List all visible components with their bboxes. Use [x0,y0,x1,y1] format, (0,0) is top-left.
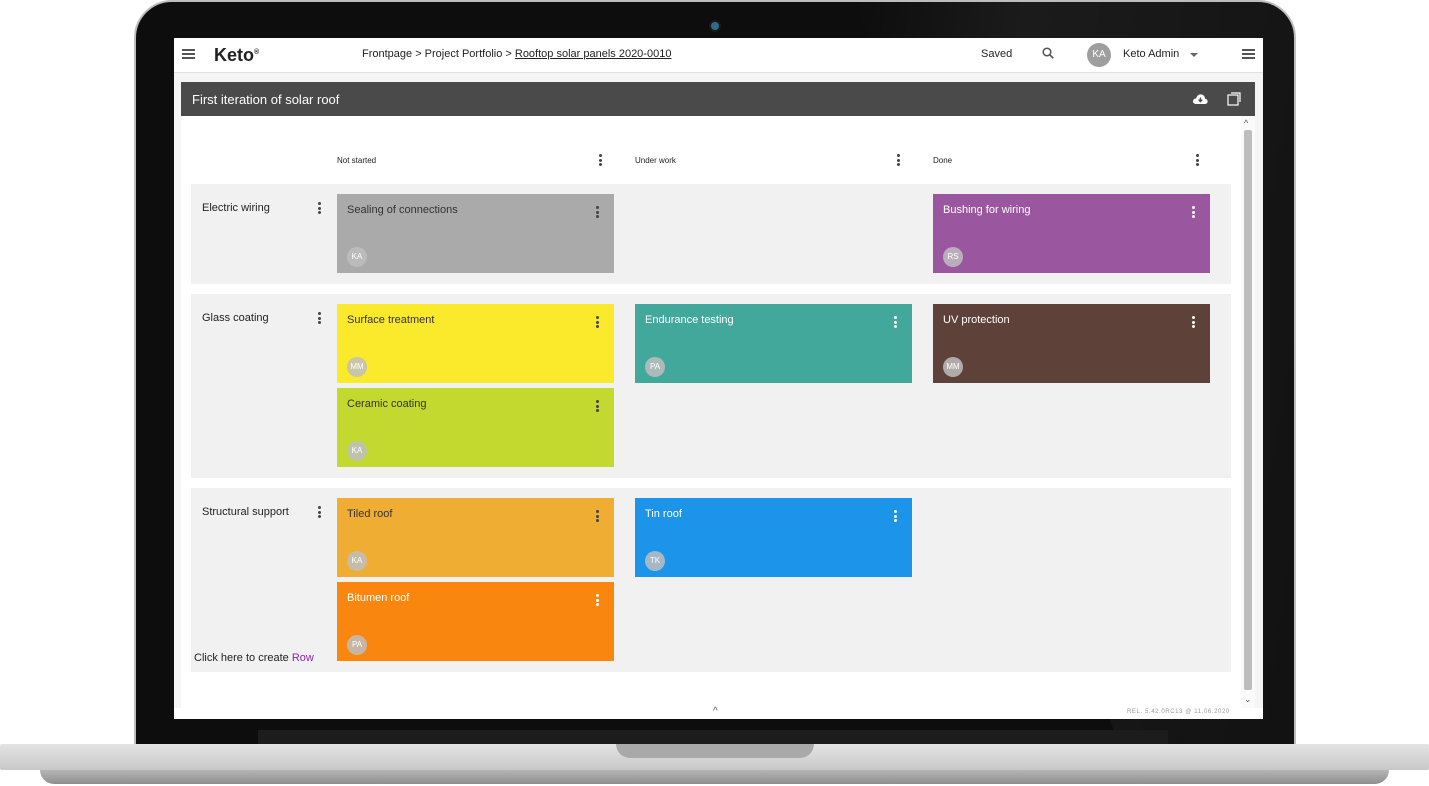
card-title: Surface treatment [347,314,435,326]
camera-icon [711,22,719,30]
card-title: Bushing for wiring [943,204,1031,216]
cloud-download-icon[interactable] [1192,92,1208,106]
release-info: REL. 5.42.0RC13 @ 11.06.2020 [1127,709,1230,715]
card-title: Ceramic coating [347,398,427,410]
side-menu-icon[interactable] [1242,49,1255,59]
logo[interactable]: Keto® [214,45,259,66]
row-menu-icon[interactable] [318,312,321,324]
laptop-base-bottom [40,770,1389,784]
task-card[interactable]: Endurance testing PA [635,304,912,383]
task-card[interactable]: Bitumen roof PA [337,582,614,661]
card-menu-icon[interactable] [596,316,599,328]
scroll-thumb[interactable] [1244,130,1252,690]
card-avatar: KA [347,551,367,571]
card-title: UV protection [943,314,1010,326]
task-card[interactable]: Bushing for wiring RS [933,194,1210,273]
create-row-prompt: Click here to create Row [194,652,314,664]
user-avatar[interactable]: KA [1087,43,1111,67]
save-status: Saved [981,48,1013,60]
column-header-not-started: Not started [337,156,377,165]
column-menu-icon[interactable] [897,154,900,166]
card-title: Bitumen roof [347,592,410,604]
row-menu-icon[interactable] [318,506,321,518]
breadcrumb: Frontpage > Project Portfolio > Rooftop … [362,48,671,60]
breadcrumb-path[interactable]: Frontpage > Project Portfolio > [362,48,515,60]
row-label: Electric wiring [202,202,270,214]
footer: ^ REL. 5.42.0RC13 @ 11.06.2020 [174,706,1263,719]
board-title: First iteration of solar roof [192,92,340,107]
card-menu-icon[interactable] [596,400,599,412]
card-menu-icon[interactable] [596,510,599,522]
vertical-scrollbar[interactable]: ^ ⌄ [1241,116,1255,708]
task-card[interactable]: Ceramic coating KA [337,388,614,467]
task-card[interactable]: UV protection MM [933,304,1210,383]
laptop-hinge [258,730,1168,744]
app-screen: Keto® Frontpage > Project Portfolio > Ro… [174,38,1263,719]
card-title: Endurance testing [645,314,734,326]
row-menu-icon[interactable] [318,202,321,214]
task-card[interactable]: Tiled roof KA [337,498,614,577]
kanban-board: Not started Under work Done Electric wir… [181,116,1241,708]
top-bar: Keto® Frontpage > Project Portfolio > Ro… [174,38,1263,73]
card-title: Sealing of connections [347,204,458,216]
task-card[interactable]: Tin roof TK [635,498,912,577]
card-avatar: RS [943,247,963,267]
task-card[interactable]: Surface treatment MM [337,304,614,383]
card-menu-icon[interactable] [894,316,897,328]
card-menu-icon[interactable] [596,594,599,606]
search-icon[interactable] [1042,47,1054,59]
row-label: Glass coating [202,312,269,324]
fullscreen-icon[interactable] [1227,92,1241,106]
column-header-under-work: Under work [635,156,676,165]
card-avatar: PA [645,357,665,377]
column-header-done: Done [933,156,953,165]
expand-up-icon[interactable]: ^ [713,706,718,717]
column-menu-icon[interactable] [1196,154,1199,166]
user-name[interactable]: Keto Admin [1123,48,1179,60]
laptop-notch [616,744,814,758]
card-title: Tiled roof [347,508,393,520]
create-row-link[interactable]: Row [292,652,314,664]
card-menu-icon[interactable] [1192,316,1195,328]
card-menu-icon[interactable] [894,510,897,522]
card-avatar: KA [347,441,367,461]
row-label: Structural support [202,506,289,518]
scroll-up-icon[interactable]: ^ [1244,118,1248,128]
laptop-base [0,744,1429,786]
column-menu-icon[interactable] [599,154,602,166]
scroll-down-icon[interactable]: ⌄ [1244,694,1252,705]
card-avatar: PA [347,635,367,655]
breadcrumb-current[interactable]: Rooftop solar panels 2020-0010 [515,48,672,60]
menu-icon[interactable] [182,49,195,59]
create-row-text: Click here to create [194,652,292,664]
card-title: Tin roof [645,508,682,520]
chevron-down-icon[interactable] [1190,53,1198,57]
card-avatar: MM [943,357,963,377]
card-avatar: TK [645,551,665,571]
task-card[interactable]: Sealing of connections KA [337,194,614,273]
card-avatar: MM [347,357,367,377]
card-menu-icon[interactable] [1192,206,1195,218]
card-menu-icon[interactable] [596,206,599,218]
card-avatar: KA [347,247,367,267]
board-header: First iteration of solar roof [181,82,1255,116]
